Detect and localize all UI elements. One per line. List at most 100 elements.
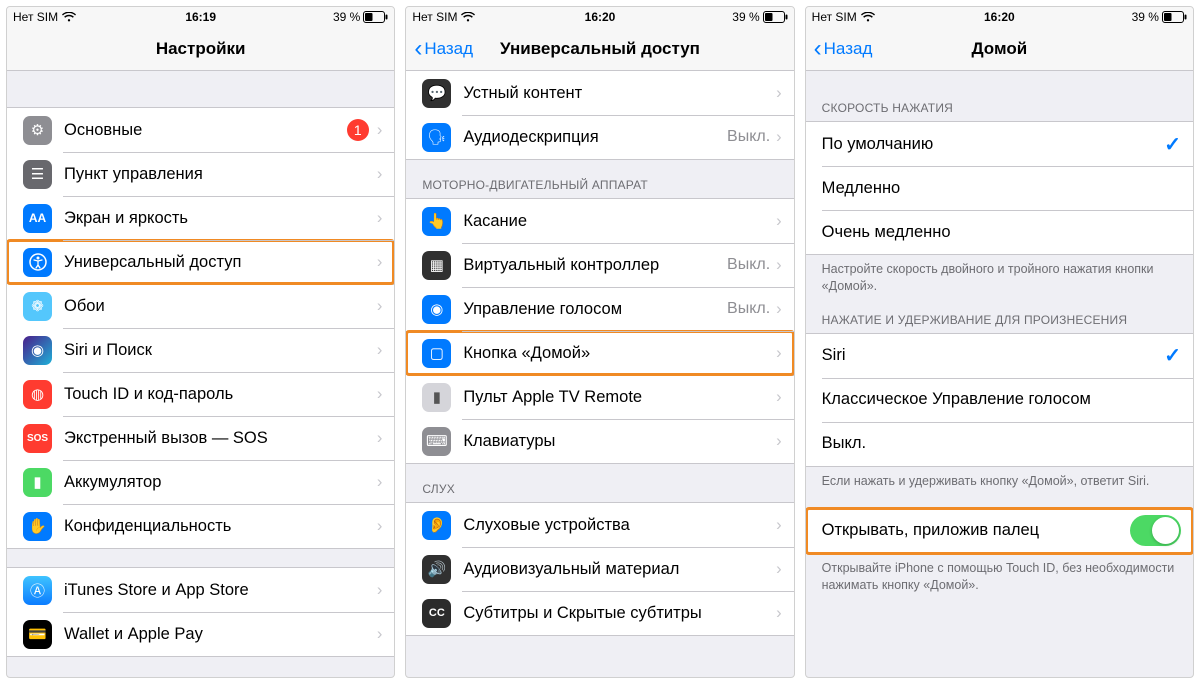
siri-icon: ◉ [23, 336, 52, 365]
phone-settings: Нет SIM 16:19 39 % Настройки ⚙ Основные … [6, 6, 395, 678]
row-label: Выкл. [822, 434, 1181, 453]
row-label: Siri [822, 346, 1165, 365]
chevron-icon: › [377, 581, 383, 600]
status-bar: Нет SIM 16:20 39 % [406, 7, 793, 27]
row-label: Устный контент [463, 84, 776, 103]
row-display[interactable]: AA Экран и яркость › [7, 196, 394, 240]
row-label: Конфиденциальность [64, 517, 377, 536]
row-battery[interactable]: ▮ Аккумулятор › [7, 460, 394, 504]
row-label: Управление голосом [463, 300, 727, 319]
back-button[interactable]: ‹ Назад [814, 37, 873, 61]
home-button-icon: ▢ [422, 339, 451, 368]
row-privacy[interactable]: ✋ Конфиденциальность › [7, 504, 394, 548]
settings-list: ⚙ Основные 1 › ☰ Пункт управления › AA Э… [7, 71, 394, 677]
chevron-icon: › [377, 253, 383, 272]
sliders-icon: ☰ [23, 160, 52, 189]
chevron-icon: › [377, 165, 383, 184]
speech-icon: 💬 [422, 79, 451, 108]
row-audio-description[interactable]: 🗣 Аудиодескрипция Выкл. › [406, 115, 793, 159]
row-accessibility[interactable]: Универсальный доступ › [7, 240, 394, 284]
row-subtitles[interactable]: CC Субтитры и Скрытые субтитры › [406, 591, 793, 635]
row-touchid[interactable]: ◍ Touch ID и код-пароль › [7, 372, 394, 416]
row-appletv-remote[interactable]: ▮ Пульт Apple TV Remote › [406, 375, 793, 419]
row-label: По умолчанию [822, 135, 1165, 154]
row-siri[interactable]: ◉ Siri и Поиск › [7, 328, 394, 372]
row-itunes[interactable]: Ⓐ iTunes Store и App Store › [7, 568, 394, 612]
row-sos[interactable]: SOS Экстренный вызов — SOS › [7, 416, 394, 460]
cc-icon: CC [422, 599, 451, 628]
row-label: Слуховые устройства [463, 516, 776, 535]
battery-icon [363, 11, 388, 23]
battery-icon [763, 11, 788, 23]
grid-icon: ▦ [422, 251, 451, 280]
row-label: Медленно [822, 179, 1181, 198]
back-button[interactable]: ‹ Назад [414, 37, 473, 61]
row-label: Touch ID и код-пароль [64, 385, 377, 404]
section-footer: Если нажать и удерживать кнопку «Домой»,… [806, 467, 1193, 490]
sos-icon: SOS [23, 424, 52, 453]
row-label: Основные [64, 121, 347, 140]
row-label: Экстренный вызов — SOS [64, 429, 377, 448]
chevron-icon: › [776, 344, 782, 363]
chevron-icon: › [377, 473, 383, 492]
row-touch[interactable]: 👆 Касание › [406, 199, 793, 243]
row-label: Аккумулятор [64, 473, 377, 492]
checkmark-icon: ✓ [1164, 343, 1181, 368]
row-label: Открывать, приложив палец [822, 521, 1130, 540]
row-rest-finger-open[interactable]: Открывать, приложив палец [806, 509, 1193, 553]
chevron-icon: › [776, 432, 782, 451]
status-time: 16:19 [138, 10, 263, 24]
appstore-icon: Ⓐ [23, 576, 52, 605]
row-label: Аудиовизуальный материал [463, 560, 776, 579]
row-hearing-devices[interactable]: 👂 Слуховые устройства › [406, 503, 793, 547]
row-control-center[interactable]: ☰ Пункт управления › [7, 152, 394, 196]
gear-icon: ⚙ [23, 116, 52, 145]
row-home-button[interactable]: ▢ Кнопка «Домой» › [406, 331, 793, 375]
chevron-icon: › [776, 604, 782, 623]
row-audiovisual[interactable]: 🔊 Аудиовизуальный материал › [406, 547, 793, 591]
row-label: Виртуальный контроллер [463, 256, 727, 275]
row-speed-default[interactable]: По умолчанию ✓ [806, 122, 1193, 166]
row-general[interactable]: ⚙ Основные 1 › [7, 108, 394, 152]
row-label: Очень медленно [822, 223, 1181, 242]
page-title: Настройки [7, 39, 394, 59]
ear-icon: 👂 [422, 511, 451, 540]
row-label: Аудиодескрипция [463, 128, 727, 147]
accessibility-list: 💬 Устный контент › 🗣 Аудиодескрипция Вык… [406, 71, 793, 677]
row-wallet[interactable]: 💳 Wallet и Apple Pay › [7, 612, 394, 656]
status-time: 16:20 [937, 10, 1062, 24]
display-icon: AA [23, 204, 52, 233]
row-voice-control[interactable]: ◉ Управление голосом Выкл. › [406, 287, 793, 331]
row-keyboards[interactable]: ⌨ Клавиатуры › [406, 419, 793, 463]
row-off[interactable]: Выкл. [806, 422, 1193, 466]
chevron-icon: › [377, 341, 383, 360]
toggle-switch[interactable] [1130, 515, 1181, 546]
row-label: Siri и Поиск [64, 341, 377, 360]
row-siri[interactable]: Siri ✓ [806, 334, 1193, 378]
carrier-label: Нет SIM [412, 10, 457, 24]
row-speed-slow[interactable]: Медленно [806, 166, 1193, 210]
chevron-icon: › [377, 625, 383, 644]
audio-description-icon: 🗣 [422, 123, 451, 152]
row-classic-voice[interactable]: Классическое Управление голосом [806, 378, 1193, 422]
chevron-left-icon: ‹ [814, 37, 822, 61]
voice-icon: ◉ [422, 295, 451, 324]
touch-icon: 👆 [422, 207, 451, 236]
battery-percent: 39 % [1132, 10, 1159, 24]
row-label: Классическое Управление голосом [822, 390, 1181, 409]
chevron-icon: › [377, 517, 383, 536]
row-spoken-content[interactable]: 💬 Устный контент › [406, 71, 793, 115]
nav-bar: ‹ Назад Домой [806, 27, 1193, 71]
row-label: Пульт Apple TV Remote [463, 388, 776, 407]
chevron-icon: › [776, 84, 782, 103]
home-button-settings: СКОРОСТЬ НАЖАТИЯ По умолчанию ✓ Медленно… [806, 71, 1193, 677]
row-label: Касание [463, 212, 776, 231]
chevron-icon: › [377, 429, 383, 448]
section-header-hearing: СЛУХ [406, 482, 793, 502]
row-switch-control[interactable]: ▦ Виртуальный контроллер Выкл. › [406, 243, 793, 287]
row-label: Клавиатуры [463, 432, 776, 451]
chevron-icon: › [776, 388, 782, 407]
row-speed-slowest[interactable]: Очень медленно [806, 210, 1193, 254]
row-wallpaper[interactable]: ❁ Обои › [7, 284, 394, 328]
wifi-icon [861, 12, 875, 22]
